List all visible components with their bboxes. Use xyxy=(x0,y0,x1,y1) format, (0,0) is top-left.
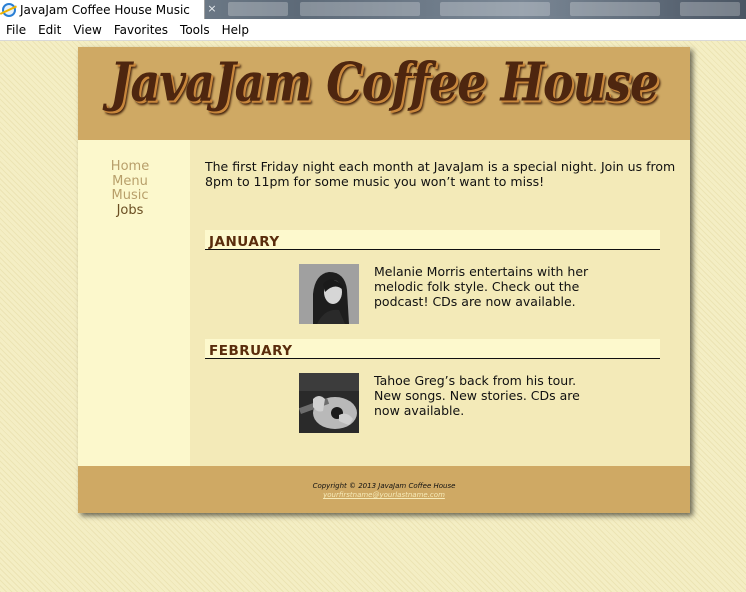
month-heading-february: FEBRUARY xyxy=(205,339,660,359)
site-footer: Copyright © 2013 JavaJam Coffee House yo… xyxy=(78,466,690,513)
blurred-tab[interactable] xyxy=(228,2,288,16)
singer-photo-icon[interactable] xyxy=(299,264,359,324)
menu-edit[interactable]: Edit xyxy=(32,23,67,37)
event-text-january: Melanie Morris entertains with her melod… xyxy=(374,264,589,309)
menu-help[interactable]: Help xyxy=(216,23,255,37)
intro-text: The first Friday night each month at Jav… xyxy=(205,159,676,189)
main-content: The first Friday night each month at Jav… xyxy=(190,140,690,466)
menu-favorites[interactable]: Favorites xyxy=(108,23,174,37)
menu-view[interactable]: View xyxy=(67,23,107,37)
menu-tools[interactable]: Tools xyxy=(174,23,216,37)
email-link[interactable]: yourfirstname@yourlastname.com xyxy=(78,491,690,499)
nav-link-home[interactable]: Home xyxy=(78,159,182,175)
blurred-tab[interactable] xyxy=(440,2,550,16)
site-nav: Home Menu Music Jobs xyxy=(78,140,190,466)
blurred-tab[interactable] xyxy=(680,2,740,16)
nav-link-music[interactable]: Music xyxy=(78,188,182,204)
close-tab-icon[interactable]: × xyxy=(206,3,218,15)
tab-title: JavaJam Coffee House Music xyxy=(20,2,190,17)
event-text-february: Tahoe Greg’s back from his tour. New son… xyxy=(374,373,580,418)
blurred-tab[interactable] xyxy=(570,2,660,16)
site-logo: JavaJam Coffee House xyxy=(109,50,660,114)
menu-bar: File Edit View Favorites Tools Help xyxy=(0,19,746,41)
nav-link-menu[interactable]: Menu xyxy=(78,174,182,190)
browser-tab[interactable]: JavaJam Coffee House Music × xyxy=(0,0,217,19)
copyright-text: Copyright © 2013 JavaJam Coffee House xyxy=(312,482,456,490)
menu-file[interactable]: File xyxy=(0,23,32,37)
month-heading-january: JANUARY xyxy=(205,230,660,250)
page-container: JavaJam Coffee House Home Menu Music Job… xyxy=(78,47,690,513)
guitar-photo-icon[interactable] xyxy=(299,373,359,433)
nav-link-jobs[interactable]: Jobs xyxy=(78,203,182,219)
internet-explorer-icon xyxy=(2,2,16,17)
browser-tab-bar: JavaJam Coffee House Music × xyxy=(0,0,746,19)
blurred-tab[interactable] xyxy=(300,2,420,16)
site-header: JavaJam Coffee House xyxy=(78,47,690,140)
